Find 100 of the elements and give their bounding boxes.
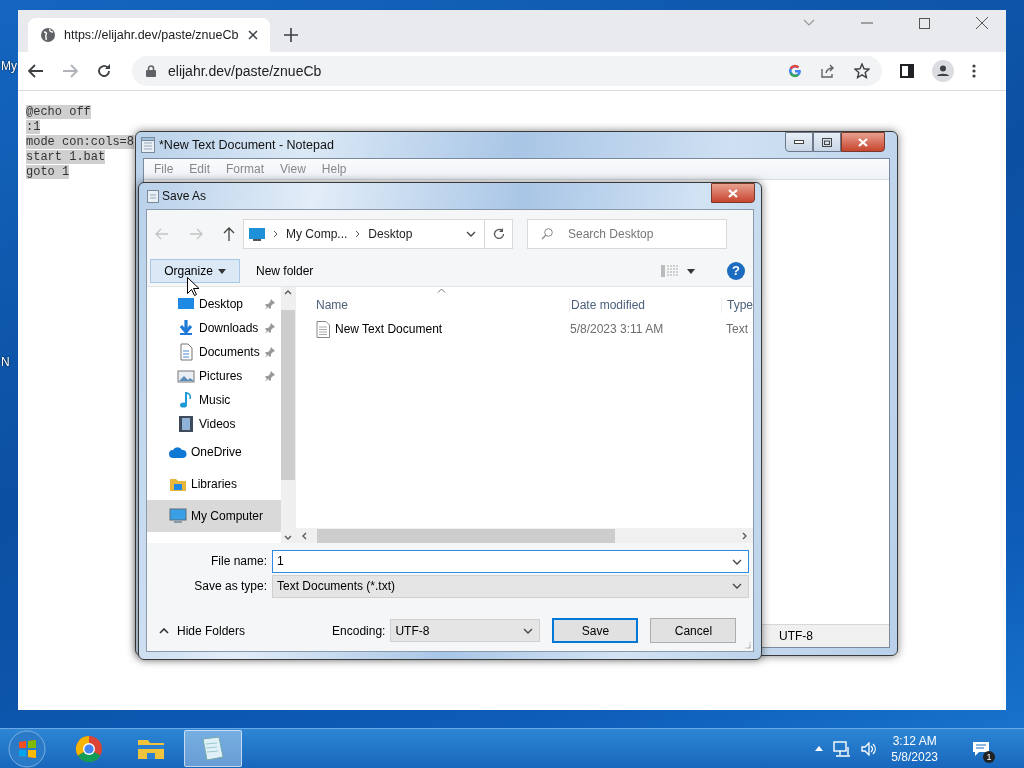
new-folder-button[interactable]: New folder <box>250 260 320 282</box>
close-icon <box>858 137 868 147</box>
field-label: Save as type: <box>193 579 268 593</box>
encoding-status: UTF-8 <box>779 629 813 643</box>
search-icon <box>541 228 553 240</box>
star-icon[interactable] <box>854 63 870 79</box>
save-type-dropdown[interactable]: Text Documents (*.txt) <box>272 574 749 598</box>
save-button[interactable]: Save <box>552 618 639 643</box>
close-icon <box>728 188 738 198</box>
back-arrow-icon[interactable] <box>28 64 44 78</box>
g-logo-icon[interactable] <box>788 64 802 78</box>
url-text: elijahr.dev/paste/znueCb <box>168 63 322 79</box>
chevron-down-icon <box>732 583 742 589</box>
horizontal-scrollbar[interactable] <box>296 528 753 543</box>
sidebar-item[interactable]: Music <box>147 388 281 412</box>
chevron-down-icon[interactable] <box>732 558 742 565</box>
resize-grip-icon <box>743 641 751 649</box>
lock-icon <box>146 65 156 77</box>
close-icon[interactable] <box>248 30 258 40</box>
text-file-icon <box>316 320 330 338</box>
sidebar-item[interactable]: OneDrive <box>147 436 281 468</box>
sidebar-item[interactable]: Videos <box>147 412 281 436</box>
share-icon[interactable] <box>820 63 836 79</box>
more-icon[interactable] <box>972 64 976 78</box>
monitor-icon <box>249 227 265 241</box>
maximize-button[interactable] <box>813 132 841 152</box>
notification-button[interactable]: 1 <box>966 733 996 764</box>
scroll-thumb[interactable] <box>317 528 615 543</box>
organize-button[interactable]: Organize <box>150 259 240 283</box>
network-icon[interactable] <box>833 740 852 757</box>
column-header[interactable]: Name <box>316 298 569 313</box>
breadcrumb-item[interactable]: My Comp... <box>286 227 348 241</box>
browser-tab[interactable]: https://elijahr.dev/paste/znueCb <box>28 18 270 52</box>
notepad-icon <box>147 189 159 203</box>
sidebar-item[interactable]: Documents <box>147 340 281 364</box>
type-cell-text: Text <box>725 322 749 336</box>
notepad-icon <box>199 734 227 763</box>
start-button-icon[interactable] <box>8 729 46 768</box>
globe-icon <box>40 27 56 43</box>
sidebar-item[interactable]: Pictures <box>147 364 281 388</box>
sidebar-item[interactable]: Libraries <box>147 468 281 500</box>
side-panel-icon[interactable] <box>900 64 914 78</box>
maximize-icon <box>822 137 832 147</box>
chevron-left-icon <box>302 531 307 540</box>
browser-icon <box>75 734 103 763</box>
cancel-button[interactable]: Cancel <box>650 618 737 643</box>
chevron-down-icon <box>284 535 292 540</box>
search-field[interactable]: Search Desktop <box>527 219 727 249</box>
desktop-icon-label: My <box>1 59 17 73</box>
up-arrow-icon[interactable] <box>223 227 235 241</box>
caret-icon <box>217 268 226 274</box>
encoding-label: Encoding: <box>332 623 386 638</box>
minimize-icon <box>794 140 804 144</box>
close-button[interactable] <box>711 183 755 203</box>
address-bar[interactable]: elijahr.dev/paste/znueCb <box>132 56 882 86</box>
plus-icon[interactable] <box>284 28 298 42</box>
field-label: File name: <box>209 554 268 568</box>
column-header[interactable]: Type <box>721 298 753 313</box>
film-icon <box>177 415 195 433</box>
refresh-button[interactable] <box>485 219 513 249</box>
clock-date[interactable]: 5/8/2023 <box>891 748 938 765</box>
profile-avatar-icon[interactable] <box>932 60 954 82</box>
date-cell-text: 5/8/2023 3:11 AM <box>569 322 665 336</box>
download-arrow-icon <box>177 319 195 337</box>
breadcrumb-item[interactable]: Desktop <box>368 227 413 241</box>
chevron-up-icon <box>284 290 292 295</box>
chevron-down-icon[interactable] <box>466 231 476 237</box>
chevron-right-icon <box>742 531 747 540</box>
reload-icon[interactable] <box>96 63 112 79</box>
hide-folders-button[interactable]: Hide Folders <box>159 623 246 638</box>
chevron-right-icon <box>355 230 361 238</box>
sidebar-item[interactable]: Desktop <box>147 292 281 316</box>
document-icon <box>177 343 195 361</box>
clock-time[interactable]: 3:12 AM <box>891 732 938 749</box>
help-button[interactable]: ? <box>727 262 745 280</box>
tab-title: https://elijahr.dev/paste/znueCb <box>64 28 240 42</box>
column-header[interactable]: Date modified <box>569 298 721 313</box>
dialog-title: Save As <box>162 189 207 203</box>
file-name-cell[interactable]: New Text Document <box>316 320 569 338</box>
sidebar-item[interactable]: Downloads <box>147 316 281 340</box>
chevron-down-icon <box>523 627 534 634</box>
address-bar[interactable]: My Comp... Desktop <box>243 219 485 249</box>
notepad-icon <box>141 137 155 153</box>
desktop-icon-label: N <box>1 355 10 369</box>
minimize-button[interactable] <box>785 132 813 152</box>
chevron-right-icon <box>273 230 278 238</box>
sort-caret-icon <box>437 288 446 293</box>
encoding-dropdown[interactable]: UTF-8 <box>390 619 541 642</box>
close-icon[interactable] <box>976 17 988 29</box>
window-title: *New Text Document - Notepad <box>159 138 334 152</box>
sidebar-item[interactable]: My Computer <box>147 500 281 532</box>
close-button[interactable] <box>841 132 885 152</box>
picture-icon <box>177 367 195 385</box>
caret-up-icon[interactable] <box>815 746 824 751</box>
reload-icon <box>492 228 505 240</box>
volume-icon[interactable] <box>861 741 878 756</box>
notification-count: 1 <box>983 750 995 763</box>
caret-icon[interactable] <box>687 268 695 274</box>
maximize-icon[interactable] <box>919 17 930 29</box>
file-name-field[interactable]: 1 <box>272 549 749 573</box>
